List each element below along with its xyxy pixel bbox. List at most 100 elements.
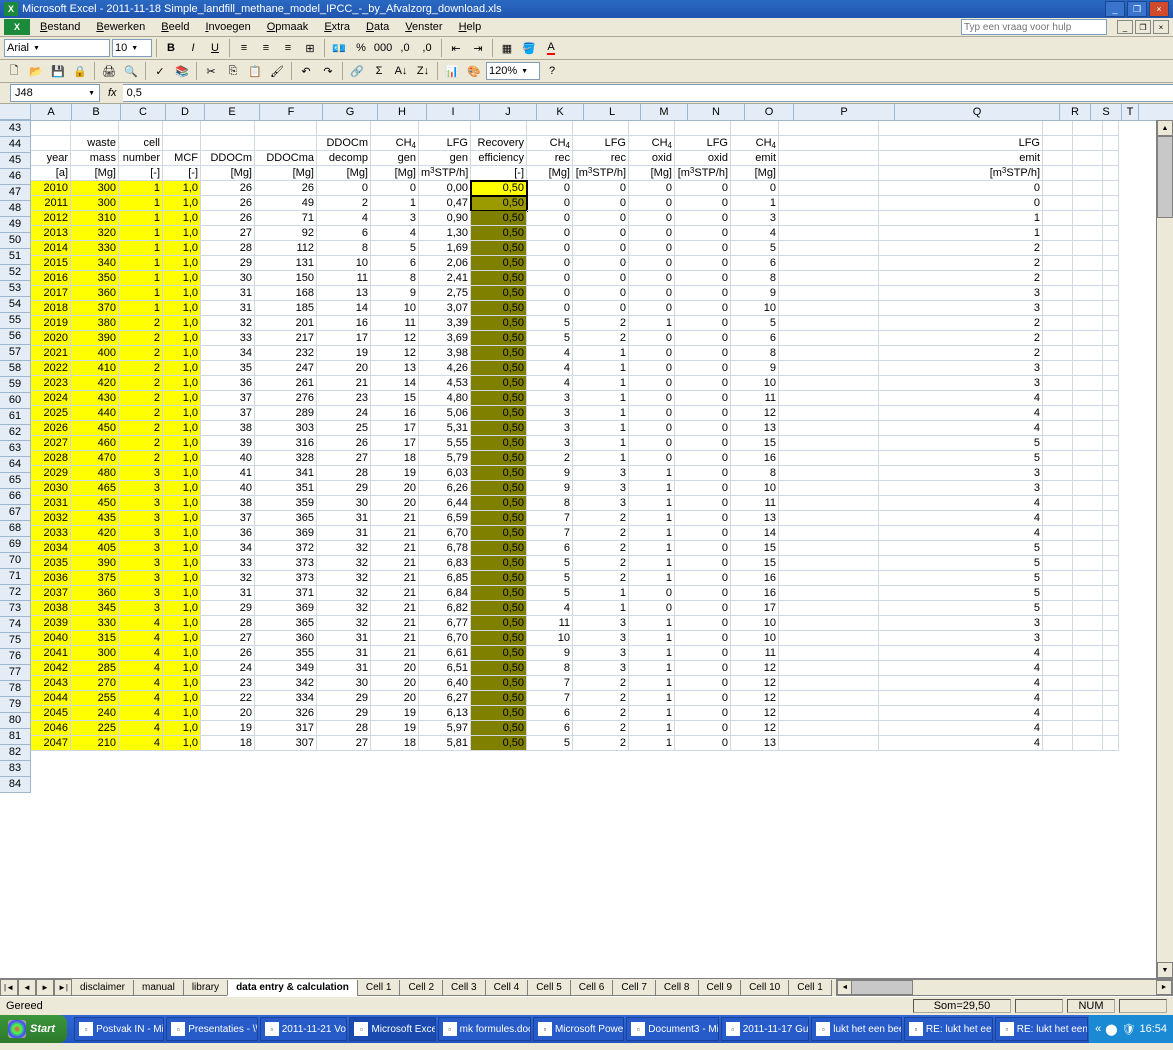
cell-S55[interactable] [1073,301,1103,316]
sheet-tab-data-entry-&-calculation[interactable]: data entry & calculation [227,980,358,996]
cell-E43[interactable] [201,121,255,136]
cell-C48[interactable]: 1 [119,196,163,211]
cell-P82[interactable] [779,706,879,721]
cell-N59[interactable]: 0 [675,361,731,376]
cell-B60[interactable]: 420 [71,376,119,391]
cell-B59[interactable]: 410 [71,361,119,376]
task-button[interactable]: ▫Microsoft Excel ... [349,1017,435,1041]
task-button[interactable]: ▫2011-11-21 Voor... [260,1017,348,1041]
open-button[interactable]: 📂 [26,61,46,81]
cell-M52[interactable]: 0 [629,256,675,271]
cell-E77[interactable]: 27 [201,631,255,646]
cell-E76[interactable]: 28 [201,616,255,631]
cell-L56[interactable]: 2 [573,316,629,331]
cell-O75[interactable]: 17 [731,601,779,616]
cell-O70[interactable]: 14 [731,526,779,541]
zoom-combo[interactable]: 120%▼ [486,62,540,80]
cell-L78[interactable]: 3 [573,646,629,661]
cell-T59[interactable] [1103,361,1119,376]
cell-S62[interactable] [1073,406,1103,421]
cell-P65[interactable] [779,451,879,466]
tray-expand-icon[interactable]: « [1095,1023,1101,1035]
menu-venster[interactable]: Venster [399,20,448,34]
cell-C77[interactable]: 4 [119,631,163,646]
cell-O45[interactable]: emit [731,151,779,166]
cell-A54[interactable]: 2017 [31,286,71,301]
cell-S80[interactable] [1073,676,1103,691]
row-header-59[interactable]: 59 [0,377,31,393]
cell-N43[interactable] [675,121,731,136]
cell-I46[interactable]: m3STP/h] [419,166,471,181]
cell-P50[interactable] [779,226,879,241]
cell-T50[interactable] [1103,226,1119,241]
cell-O43[interactable] [731,121,779,136]
scroll-down-button[interactable]: ▼ [1157,962,1173,978]
cell-H62[interactable]: 16 [371,406,419,421]
cell-L46[interactable]: [m3STP/h] [573,166,629,181]
cell-C74[interactable]: 3 [119,586,163,601]
cell-P44[interactable] [779,136,879,151]
cell-T83[interactable] [1103,721,1119,736]
cell-H50[interactable]: 4 [371,226,419,241]
cell-M55[interactable]: 0 [629,301,675,316]
cell-S64[interactable] [1073,436,1103,451]
cell-K67[interactable]: 9 [527,481,573,496]
wb-minimize-button[interactable]: _ [1117,20,1133,34]
scroll-right-button[interactable]: ► [1156,980,1172,995]
cell-F48[interactable]: 49 [255,196,317,211]
sort-asc-button[interactable]: A↓ [391,61,411,81]
cell-J76[interactable]: 0,50 [471,616,527,631]
cell-O81[interactable]: 12 [731,691,779,706]
cell-K69[interactable]: 7 [527,511,573,526]
cell-B84[interactable]: 210 [71,736,119,751]
cell-R64[interactable] [1043,436,1073,451]
cell-G65[interactable]: 27 [317,451,371,466]
cell-G64[interactable]: 26 [317,436,371,451]
row-header-77[interactable]: 77 [0,665,31,681]
cell-R81[interactable] [1043,691,1073,706]
cell-H45[interactable]: gen [371,151,419,166]
cell-K58[interactable]: 4 [527,346,573,361]
cell-H75[interactable]: 21 [371,601,419,616]
select-all-corner[interactable] [0,104,31,120]
copy-button[interactable]: ⎘ [223,61,243,81]
cell-N63[interactable]: 0 [675,421,731,436]
task-button[interactable]: ▫Presentaties - \\R... [166,1017,258,1041]
cell-P58[interactable] [779,346,879,361]
cell-S56[interactable] [1073,316,1103,331]
cell-G46[interactable]: [Mg] [317,166,371,181]
col-header-F[interactable]: F [260,104,323,120]
cell-S58[interactable] [1073,346,1103,361]
cell-J63[interactable]: 0,50 [471,421,527,436]
cell-A70[interactable]: 2033 [31,526,71,541]
cell-L57[interactable]: 2 [573,331,629,346]
cell-R55[interactable] [1043,301,1073,316]
cell-D76[interactable]: 1,0 [163,616,201,631]
cell-H56[interactable]: 11 [371,316,419,331]
cell-M58[interactable]: 0 [629,346,675,361]
col-header-R[interactable]: R [1060,104,1091,120]
cell-O68[interactable]: 11 [731,496,779,511]
cell-B53[interactable]: 350 [71,271,119,286]
cell-Q54[interactable]: 3 [879,286,1043,301]
cell-M81[interactable]: 1 [629,691,675,706]
cell-M47[interactable]: 0 [629,181,675,196]
cell-N46[interactable]: [m3STP/h] [675,166,731,181]
cell-L61[interactable]: 1 [573,391,629,406]
cell-H66[interactable]: 19 [371,466,419,481]
cell-J81[interactable]: 0,50 [471,691,527,706]
cell-L43[interactable] [573,121,629,136]
permission-button[interactable]: 🔒 [70,61,90,81]
cell-K75[interactable]: 4 [527,601,573,616]
cell-A45[interactable]: year [31,151,71,166]
cell-H65[interactable]: 18 [371,451,419,466]
cell-E70[interactable]: 36 [201,526,255,541]
name-box[interactable]: J48▼ [10,84,100,102]
cell-C52[interactable]: 1 [119,256,163,271]
cell-A77[interactable]: 2040 [31,631,71,646]
cell-T66[interactable] [1103,466,1119,481]
col-header-I[interactable]: I [427,104,480,120]
cell-S81[interactable] [1073,691,1103,706]
cell-K79[interactable]: 8 [527,661,573,676]
cell-B54[interactable]: 360 [71,286,119,301]
